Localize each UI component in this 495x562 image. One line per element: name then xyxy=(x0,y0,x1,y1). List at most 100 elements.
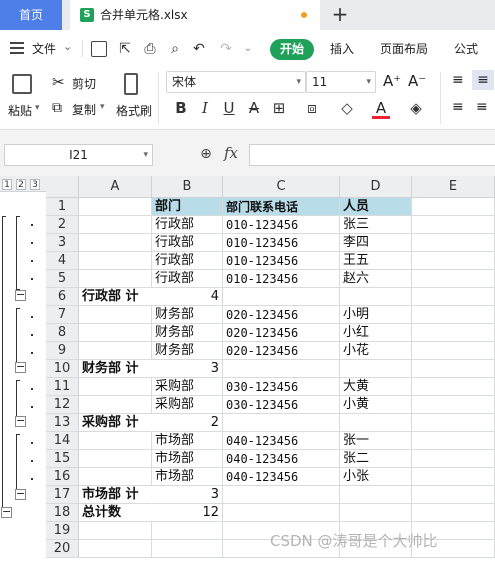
quick-access-more-icon[interactable]: ⌄ xyxy=(240,41,256,57)
cell-d[interactable]: 小花 xyxy=(340,342,412,360)
cell-a[interactable] xyxy=(79,468,152,486)
paste-icon[interactable] xyxy=(12,74,32,94)
collapse-total-button[interactable]: − xyxy=(1,506,12,518)
cell-a[interactable] xyxy=(79,252,152,270)
chevron-down-icon[interactable]: ⌄ xyxy=(63,40,72,53)
cell-a[interactable] xyxy=(79,198,152,216)
cell-c[interactable]: 020-123456 xyxy=(223,324,340,342)
row-header[interactable]: 16 xyxy=(46,468,79,486)
cell-a[interactable] xyxy=(79,432,152,450)
row-header[interactable]: 20 xyxy=(46,540,79,558)
cell-e[interactable] xyxy=(412,252,495,270)
save-icon[interactable] xyxy=(91,41,107,57)
paste-button[interactable]: 粘贴 xyxy=(8,102,32,119)
row-header[interactable]: 8 xyxy=(46,324,79,342)
cell-b[interactable]: 财务部 xyxy=(152,342,223,360)
cell-c[interactable] xyxy=(223,504,340,522)
cell-b[interactable]: 行政部 xyxy=(152,216,223,234)
row-header[interactable]: 18 xyxy=(46,504,79,522)
cut-button[interactable]: 剪切 xyxy=(72,75,96,92)
cell-c[interactable]: 010-123456 xyxy=(223,252,340,270)
cell-a[interactable] xyxy=(79,270,152,288)
align-middle-icon[interactable]: ≡ xyxy=(472,70,494,90)
cell-b[interactable]: 行政部 xyxy=(152,270,223,288)
cell-e[interactable] xyxy=(412,324,495,342)
formula-input[interactable] xyxy=(249,144,495,166)
outline-level-3-button[interactable]: 3 xyxy=(30,179,40,190)
cell-b[interactable]: 财务部 xyxy=(152,324,223,342)
collapse-group1-button[interactable]: − xyxy=(15,289,26,301)
export-icon[interactable]: ⇱ xyxy=(117,41,133,57)
cell-e[interactable] xyxy=(412,306,495,324)
cell-e[interactable] xyxy=(412,342,495,360)
cell-d[interactable]: 赵六 xyxy=(340,270,412,288)
cell-c[interactable] xyxy=(223,414,340,432)
row-header[interactable]: 5 xyxy=(46,270,79,288)
name-box[interactable]: I21 ▾ xyxy=(4,144,153,166)
fill-color-icon[interactable]: ◇ xyxy=(338,98,356,118)
cell-b[interactable]: 4 xyxy=(152,288,223,306)
cell-d[interactable]: 王五 xyxy=(340,252,412,270)
cell-a[interactable]: 采购部 计 xyxy=(79,414,152,432)
copy-icon[interactable]: ⧉ xyxy=(52,100,62,116)
cell-b[interactable]: 3 xyxy=(152,360,223,378)
cell-b[interactable]: 市场部 xyxy=(152,468,223,486)
row-header[interactable]: 3 xyxy=(46,234,79,252)
strikethrough-icon[interactable]: A xyxy=(245,98,263,118)
new-tab-button[interactable]: + xyxy=(330,3,350,27)
tab-home[interactable]: 首页 xyxy=(0,0,62,30)
row-header[interactable]: 6 xyxy=(46,288,79,306)
cell-d[interactable]: 张三 xyxy=(340,216,412,234)
cell-a[interactable] xyxy=(79,324,152,342)
cell-c[interactable]: 020-123456 xyxy=(223,342,340,360)
cell-a[interactable] xyxy=(79,234,152,252)
cell-b[interactable]: 采购部 xyxy=(152,396,223,414)
cell-e[interactable] xyxy=(412,234,495,252)
row-header[interactable]: 15 xyxy=(46,450,79,468)
cut-icon[interactable]: ✂ xyxy=(52,73,65,91)
cell-b[interactable]: 2 xyxy=(152,414,223,432)
align-top-icon[interactable]: ≡ xyxy=(452,72,464,88)
cell-c[interactable]: 030-123456 xyxy=(223,378,340,396)
cell-d[interactable] xyxy=(340,504,412,522)
format-painter-icon[interactable] xyxy=(124,73,138,95)
cell-d[interactable]: 小张 xyxy=(340,468,412,486)
cell-a[interactable] xyxy=(79,378,152,396)
cell-d[interactable]: 小明 xyxy=(340,306,412,324)
cell-d[interactable]: 人员 xyxy=(340,198,412,216)
row-header[interactable]: 1 xyxy=(46,198,79,216)
cell-a[interactable]: 市场部 计 xyxy=(79,486,152,504)
cell-d[interactable]: 小黄 xyxy=(340,396,412,414)
cell-a[interactable]: 行政部 计 xyxy=(79,288,152,306)
hamburger-icon[interactable] xyxy=(10,42,24,54)
cell-e[interactable] xyxy=(412,414,495,432)
font-color-icon[interactable]: A xyxy=(372,98,390,119)
cell-a[interactable]: 总计数 xyxy=(79,504,152,522)
column-header-e[interactable]: E xyxy=(412,176,495,198)
clear-format-icon[interactable]: ◈ xyxy=(407,98,425,118)
cell-e[interactable] xyxy=(412,504,495,522)
collapse-group4-button[interactable]: − xyxy=(15,488,26,500)
cell-style-icon[interactable]: ⧈ xyxy=(303,98,321,118)
cell-c[interactable] xyxy=(223,360,340,378)
menu-insert[interactable]: 插入 xyxy=(330,30,354,68)
menu-page-layout[interactable]: 页面布局 xyxy=(380,30,428,68)
cell-b[interactable]: 部门 xyxy=(152,198,223,216)
align-left-icon[interactable]: ≡ xyxy=(452,99,464,115)
cell-c[interactable]: 部门联系电话 xyxy=(223,198,340,216)
row-header[interactable]: 7 xyxy=(46,306,79,324)
borders-icon[interactable]: ⊞ xyxy=(270,98,288,118)
cell-e[interactable] xyxy=(412,432,495,450)
cell-c[interactable]: 040-123456 xyxy=(223,468,340,486)
select-all-corner[interactable] xyxy=(46,176,79,198)
cell-d[interactable]: 张二 xyxy=(340,450,412,468)
align-center-icon[interactable]: ≡ xyxy=(476,99,488,115)
outline-level-2-button[interactable]: 2 xyxy=(16,179,26,190)
cell-e[interactable] xyxy=(412,378,495,396)
redo-icon[interactable]: ↷ xyxy=(218,41,234,57)
collapse-group2-button[interactable]: − xyxy=(15,361,26,373)
cell-c[interactable]: 010-123456 xyxy=(223,270,340,288)
cell-e[interactable] xyxy=(412,216,495,234)
cell-d[interactable]: 大黄 xyxy=(340,378,412,396)
cell-c[interactable] xyxy=(223,288,340,306)
